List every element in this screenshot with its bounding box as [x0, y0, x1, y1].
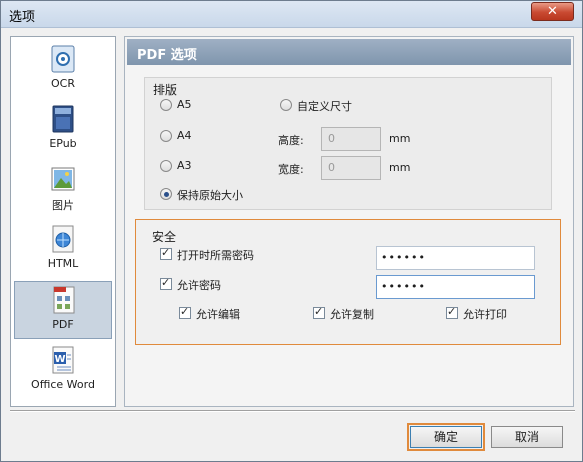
permission-password-input[interactable]: ••••••	[376, 275, 535, 299]
radio-label: A5	[177, 98, 192, 111]
permission-password-label: 允许密码	[177, 279, 221, 292]
sidebar-item-html[interactable]: HTML	[14, 221, 112, 279]
radio-label: 自定义尺寸	[297, 100, 352, 113]
title-bar: 选项 ✕	[1, 1, 582, 28]
pdf-icon	[53, 286, 75, 314]
panel-title: PDF 选项	[137, 48, 197, 63]
height-unit: mm	[389, 132, 411, 145]
word-icon: W	[52, 346, 74, 374]
security-group-title: 安全	[152, 230, 177, 244]
height-input[interactable]: 0	[321, 127, 381, 151]
radio-button[interactable]	[280, 99, 292, 111]
open-password-checkbox[interactable]	[160, 246, 172, 260]
radio-button[interactable]	[160, 130, 172, 142]
sidebar-item-pdf[interactable]: PDF	[14, 281, 112, 339]
allow-copy-checkbox[interactable]	[313, 305, 325, 319]
sidebar-item-word[interactable]: W Office Word	[14, 342, 112, 400]
radio-button[interactable]	[160, 160, 172, 172]
radio-label: A3	[177, 159, 192, 172]
sidebar-item-label: EPub	[49, 137, 77, 150]
panel-header: PDF 选项	[127, 39, 571, 65]
close-button[interactable]: ✕	[531, 2, 574, 21]
sidebar-item-label: PDF	[52, 318, 74, 331]
height-label: 高度:	[278, 134, 304, 147]
sidebar-item-label: Office Word	[31, 378, 95, 391]
allow-print-checkbox[interactable]	[446, 305, 458, 319]
sidebar-item-ocr[interactable]: OCR	[14, 41, 112, 99]
allow-copy-label: 允许复制	[330, 308, 374, 321]
sidebar-item-image[interactable]: 图片	[14, 161, 112, 219]
width-label: 宽度:	[278, 163, 304, 176]
radio-label: 保持原始大小	[177, 189, 243, 202]
open-password-input[interactable]: ••••••	[376, 246, 535, 270]
ok-button[interactable]: 确定	[407, 423, 485, 451]
allow-print-label: 允许打印	[463, 308, 507, 321]
allow-edit-label: 允许编辑	[196, 308, 240, 321]
epub-icon	[52, 105, 74, 133]
category-sidebar: OCR EPub 图片 HTML PDF W Office Word	[10, 36, 116, 407]
sidebar-item-label: HTML	[47, 257, 79, 270]
sidebar-item-label: OCR	[51, 77, 75, 90]
open-password-label: 打开时所需密码	[177, 249, 254, 262]
html-icon	[52, 225, 74, 253]
svg-text:W: W	[54, 354, 65, 365]
allow-edit-checkbox[interactable]	[179, 305, 191, 319]
layout-group-title: 排版	[153, 83, 178, 97]
radio-button[interactable]	[160, 99, 172, 111]
cancel-button[interactable]: 取消	[491, 426, 563, 448]
ocr-icon	[51, 45, 75, 73]
width-input[interactable]: 0	[321, 156, 381, 180]
sidebar-item-epub[interactable]: EPub	[14, 101, 112, 159]
options-dialog: 选项 ✕ OCR EPub 图片 HTML PDF W Office Word …	[0, 0, 583, 462]
bottom-divider	[10, 410, 575, 412]
image-icon	[51, 167, 75, 191]
sidebar-item-label: 图片	[52, 199, 74, 212]
window-title: 选项	[9, 10, 36, 25]
radio-button[interactable]	[160, 188, 172, 200]
radio-label: A4	[177, 129, 192, 142]
width-unit: mm	[389, 161, 411, 174]
permission-password-checkbox[interactable]	[160, 276, 172, 290]
